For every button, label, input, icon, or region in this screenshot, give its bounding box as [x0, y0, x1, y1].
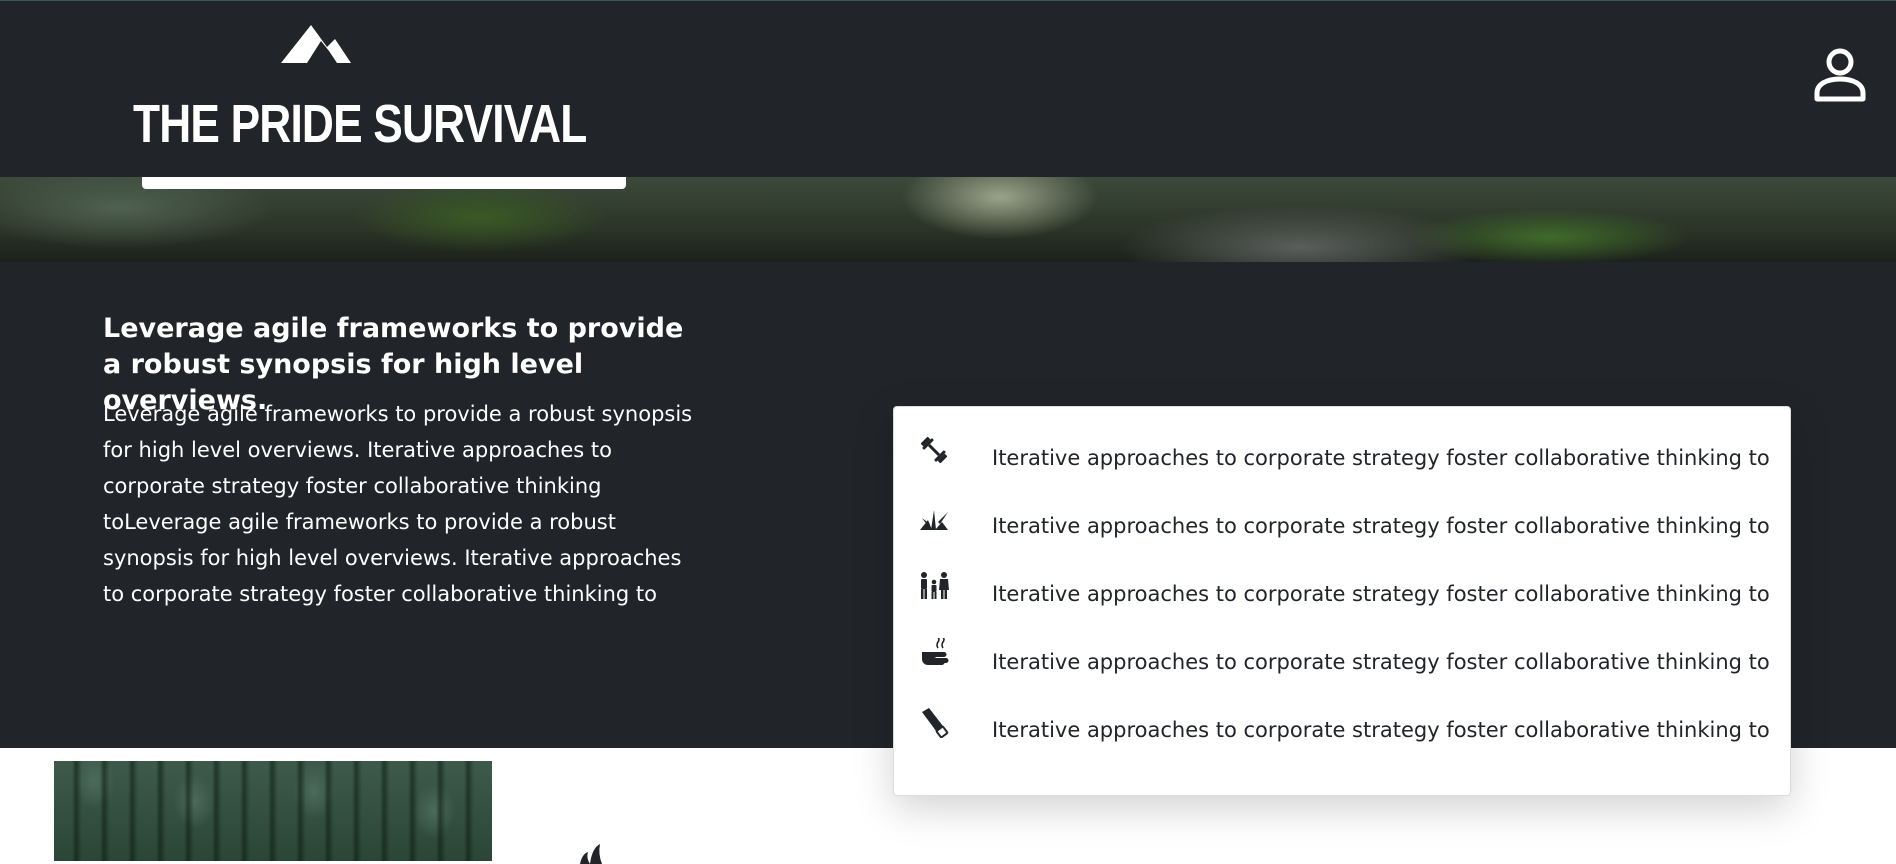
fire-icon [580, 844, 602, 864]
hero-white-bar [142, 177, 626, 189]
feature-item: Iterative approaches to corporate strate… [918, 434, 1770, 474]
feature-text: Iterative approaches to corporate strate… [992, 446, 1770, 470]
feature-item: Iterative approaches to corporate strate… [918, 638, 1770, 678]
family-icon [921, 572, 949, 599]
hacksaw-icon [922, 708, 949, 738]
brand-title[interactable]: THE PRIDE SURVIVAL [133, 93, 587, 155]
forest-image [54, 761, 492, 861]
feature-text: Iterative approaches to corporate strate… [992, 514, 1770, 538]
hero-background-image [0, 177, 1896, 262]
hand-wash-icon [922, 638, 949, 665]
dumbbell-icon [920, 436, 948, 464]
feature-card: Iterative approaches to corporate strate… [893, 406, 1791, 796]
site-header: THE PRIDE SURVIVAL [0, 0, 1896, 177]
feature-item: Iterative approaches to corporate strate… [918, 706, 1770, 746]
grass-sprout-icon [920, 510, 948, 530]
intro-text: Leverage agile frameworks to provide a r… [103, 402, 693, 606]
user-account-icon[interactable] [1812, 47, 1868, 103]
feature-text: Iterative approaches to corporate strate… [992, 718, 1770, 742]
feature-item: Iterative approaches to corporate strate… [918, 502, 1770, 542]
feature-text: Iterative approaches to corporate strate… [992, 650, 1770, 674]
feature-text: Iterative approaches to corporate strate… [992, 582, 1770, 606]
feature-item: Iterative approaches to corporate strate… [918, 570, 1770, 610]
mountain-icon[interactable] [281, 25, 351, 63]
